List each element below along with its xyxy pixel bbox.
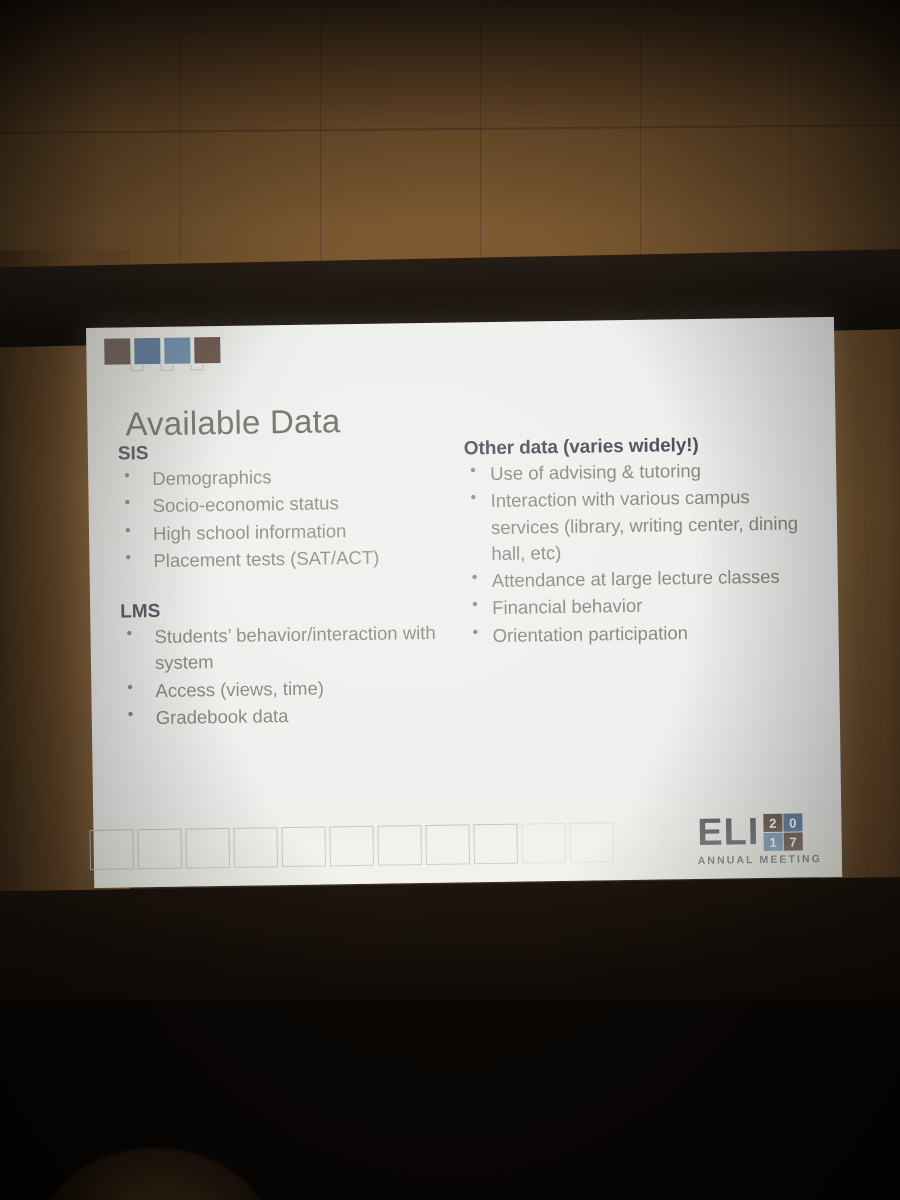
eli-year-digit: 7: [783, 832, 803, 851]
column-right: Other data (varies widely!) Use of advis…: [458, 433, 818, 727]
decor-square-1: [104, 338, 131, 365]
list-item: Use of advising & tutoring: [464, 456, 814, 487]
list-item: Demographics: [118, 461, 458, 492]
footer-square: [233, 827, 279, 868]
decor-square-2: [134, 337, 161, 365]
footer-square: [89, 829, 135, 870]
group-other-data: Other data (varies widely!) Use of advis…: [464, 433, 817, 649]
list-item: Socio-economic status: [118, 489, 458, 520]
footer-square: [521, 822, 566, 864]
projection-screen: Available Data SIS Demographics Socio-ec…: [86, 316, 843, 888]
slide-canvas: Available Data SIS Demographics Socio-ec…: [86, 317, 842, 888]
eli-tagline: ANNUAL MEETING: [697, 853, 823, 867]
footer-square: [137, 828, 183, 870]
eli-wordmark: ELI: [696, 811, 760, 855]
eli-year-grid: 2 0 1 7: [763, 813, 803, 852]
list-item: Students’ behavior/interaction with syst…: [120, 620, 461, 678]
bullet-list-other-data: Use of advising & tutoring Interaction w…: [464, 456, 817, 649]
slide-body-columns: SIS Demographics Socio-economic status H…: [110, 433, 830, 733]
decor-square-4: [194, 337, 221, 364]
eli-year-digit: 1: [763, 832, 783, 852]
list-item: Placement tests (SAT/ACT): [119, 543, 459, 574]
footer-square: [473, 823, 518, 865]
slide-footer-square-strip: [89, 820, 710, 870]
footer-square: [617, 821, 662, 863]
footer-square: [185, 827, 231, 869]
bullet-list-sis: Demographics Socio-economic status High …: [118, 461, 460, 574]
slide-decor-squares: [104, 337, 221, 372]
bullet-list-lms: Students’ behavior/interaction with syst…: [120, 620, 462, 732]
footer-square: [377, 825, 423, 866]
list-item: Financial behavior: [466, 591, 816, 622]
list-item: High school information: [119, 516, 459, 547]
group-sis: SIS Demographics Socio-economic status H…: [118, 438, 460, 574]
footer-square: [329, 825, 375, 867]
list-item: Gradebook data: [122, 700, 462, 731]
footer-square: [569, 822, 614, 863]
conference-room-photo: Available Data SIS Demographics Socio-ec…: [0, 0, 900, 1200]
footer-square: [281, 826, 327, 868]
group-lms: LMS Students’ behavior/interaction with …: [120, 597, 462, 732]
list-item: Interaction with various campus services…: [464, 483, 815, 567]
list-item: Orientation participation: [466, 618, 816, 649]
list-item: Attendance at large lecture classes: [466, 563, 816, 594]
eli-annual-meeting-logo: ELI 2 0 1 7 ANNUAL MEETING: [696, 811, 823, 867]
eli-year-digit: 2: [763, 813, 783, 833]
back-wall-upper: [0, 0, 900, 290]
column-left: SIS Demographics Socio-economic status H…: [110, 438, 462, 732]
footer-square: [425, 824, 470, 866]
slide-title: Available Data: [125, 402, 341, 443]
list-item: Access (views, time): [121, 673, 461, 704]
eli-year-digit: 0: [783, 813, 803, 832]
decor-square-3: [164, 337, 191, 364]
